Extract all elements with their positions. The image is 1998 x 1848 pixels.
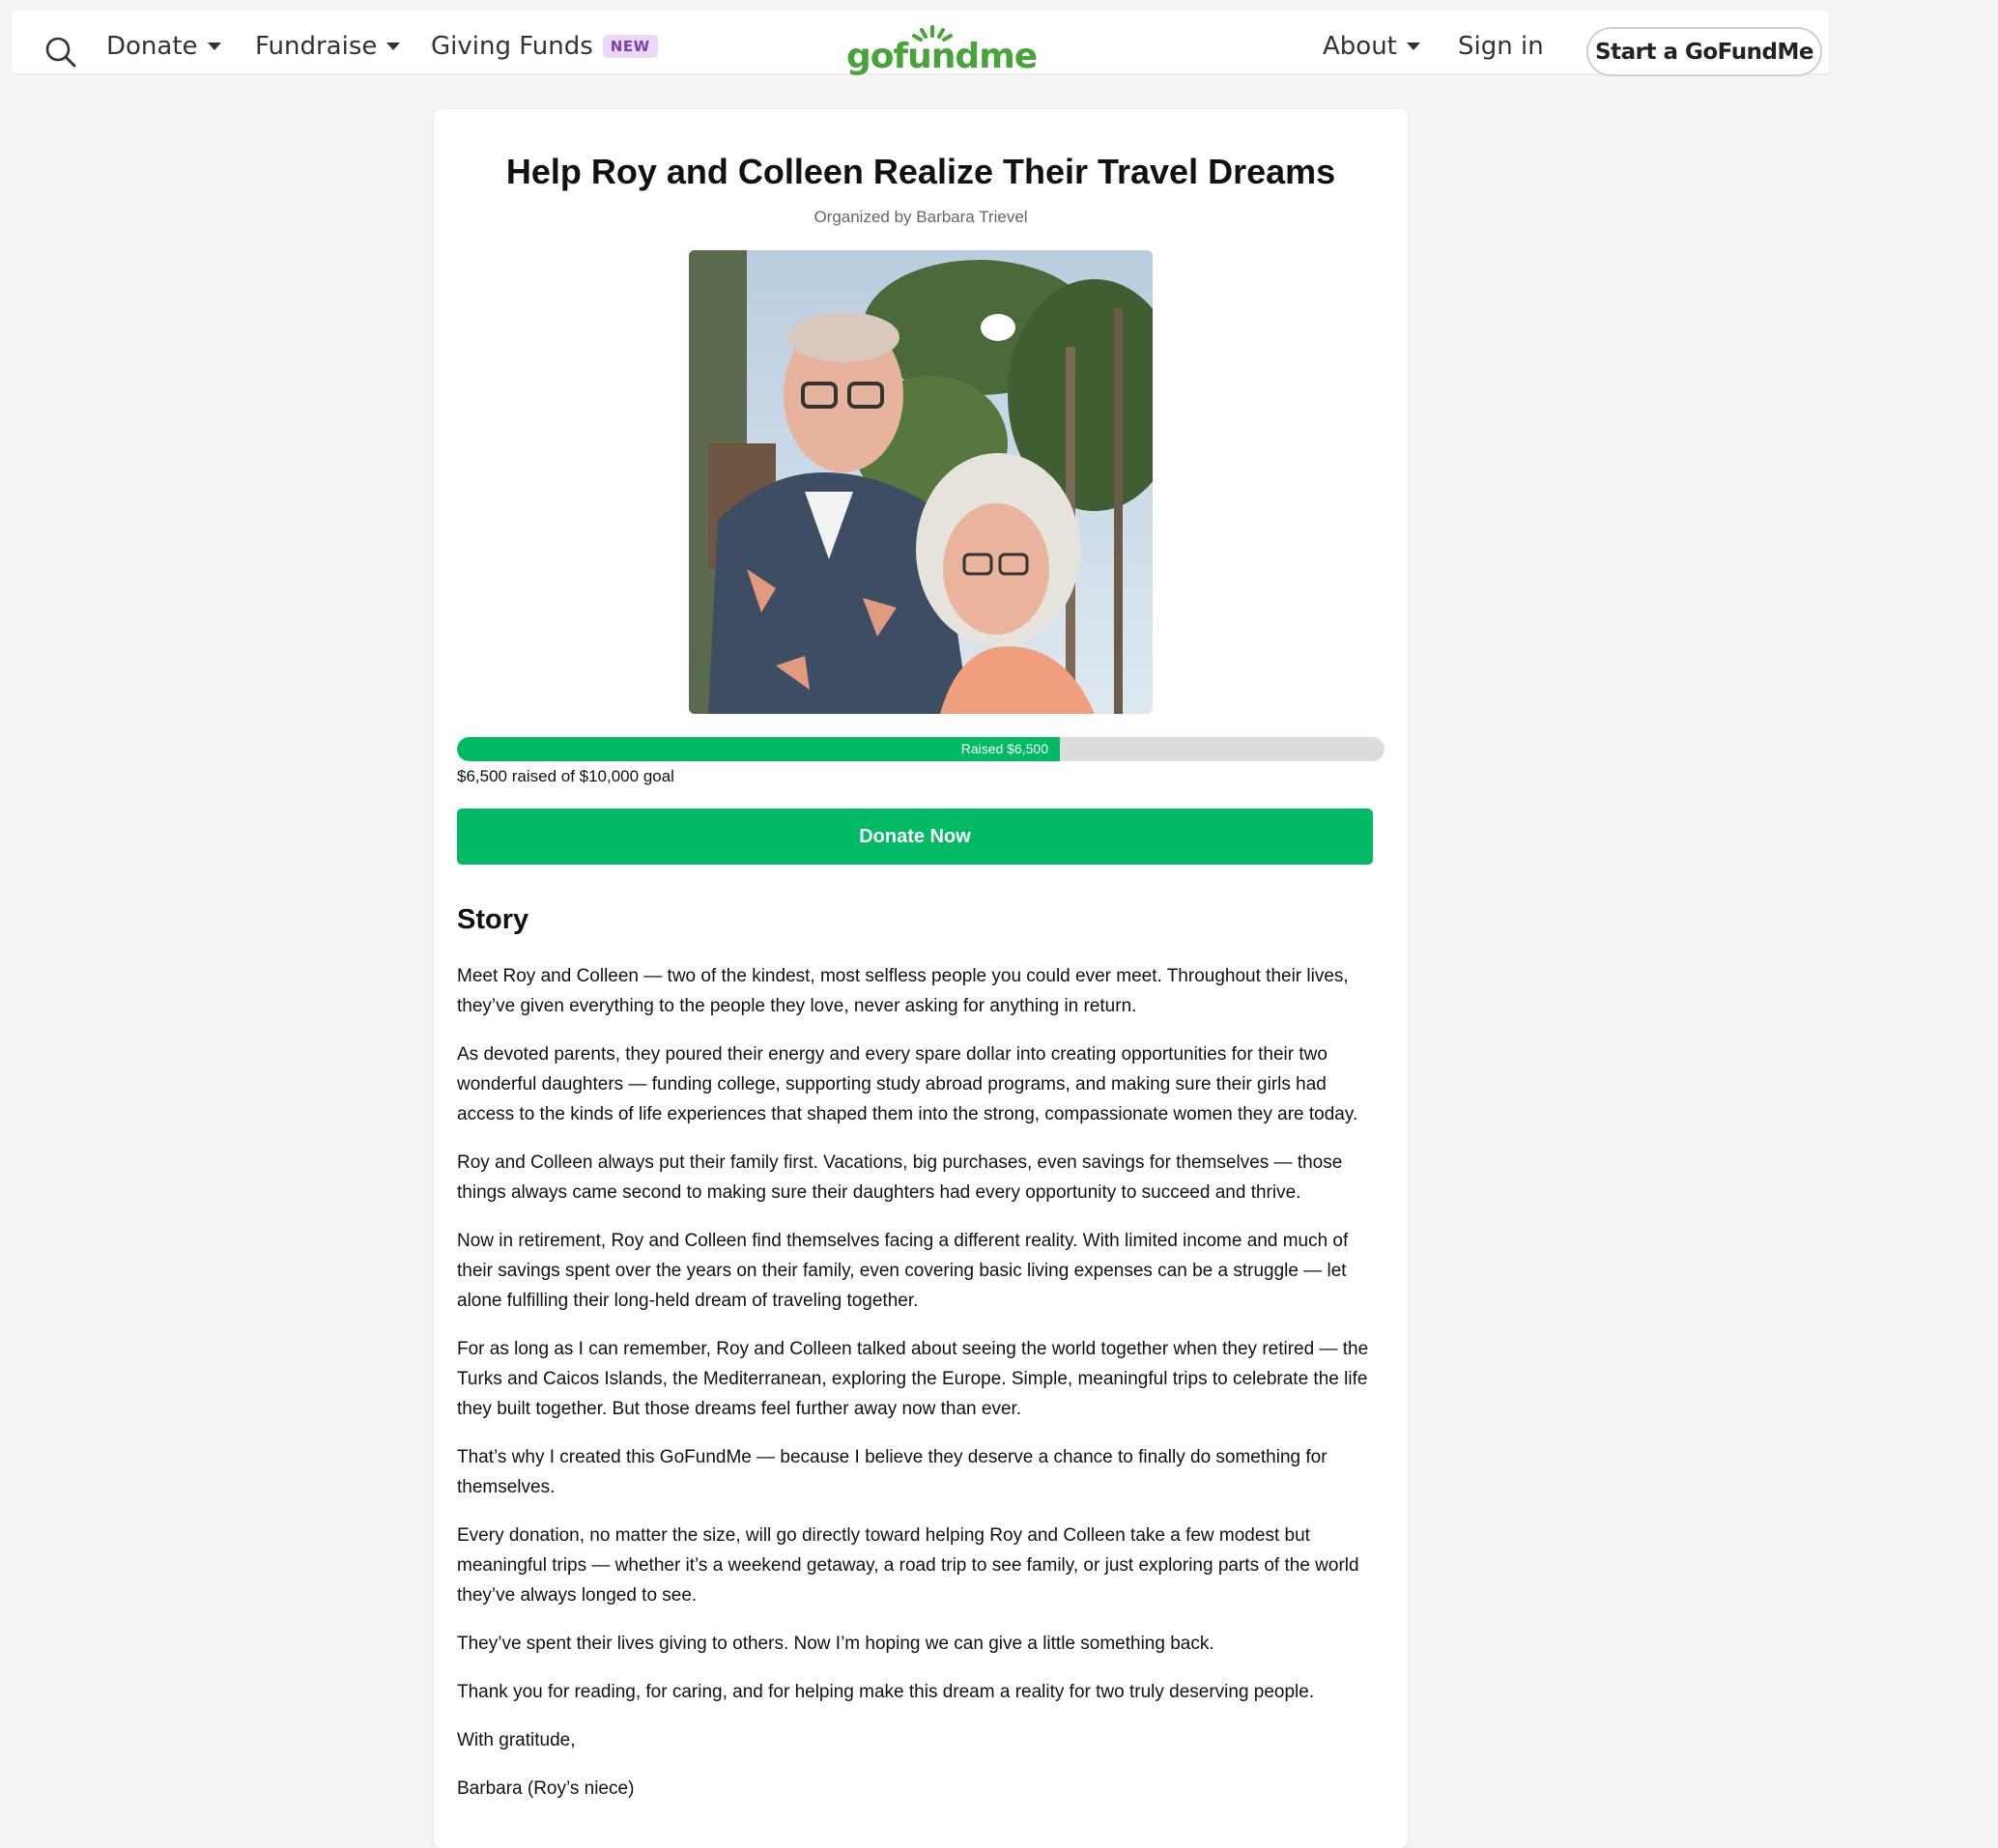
story-paragraph: Barbara (Roy’s niece)	[457, 1778, 635, 1799]
story-paragraph: They’ve spent their lives giving to othe…	[457, 1634, 1214, 1654]
nav-giving-funds[interactable]: Giving Funds NEW	[431, 32, 658, 61]
nav-donate-label: Donate	[106, 32, 198, 61]
nav-fundraise[interactable]: Fundraise	[255, 32, 401, 61]
new-badge: NEW	[602, 35, 658, 58]
nav-giving-funds-label: Giving Funds	[431, 32, 593, 61]
nav-donate[interactable]: Donate	[106, 32, 221, 61]
nav-about-label: About	[1323, 32, 1397, 61]
story-paragraph: Thank you for reading, for caring, and f…	[457, 1682, 1315, 1702]
campaign-photo	[689, 250, 1153, 714]
nav-about[interactable]: About	[1323, 32, 1420, 61]
story-paragraph: Meet Roy and Colleen — two of the kindes…	[457, 966, 1349, 1016]
donate-now-button[interactable]: Donate Now	[457, 809, 1373, 865]
caret-down-icon	[386, 43, 401, 50]
story-paragraph: Roy and Colleen always put their family …	[457, 1152, 1343, 1203]
campaign-card: Help Roy and Colleen Realize Their Trave…	[434, 109, 1408, 1848]
gofundme-logo[interactable]: gofundme	[846, 24, 1038, 80]
story-body: Meet Roy and Colleen — two of the kindes…	[457, 961, 1384, 1822]
story-paragraph: With gratitude,	[457, 1730, 576, 1750]
story-paragraph: For as long as I can remember, Roy and C…	[457, 1339, 1369, 1419]
search-icon[interactable]	[44, 36, 77, 69]
campaign-title: Help Roy and Colleen Realize Their Trave…	[505, 152, 1336, 191]
story-paragraph: Every donation, no matter the size, will…	[457, 1525, 1359, 1606]
nav-sign-in[interactable]: Sign in	[1458, 32, 1544, 61]
story-heading: Story	[457, 904, 529, 935]
progress-label: Raised $6,500	[960, 741, 1048, 756]
nav-sign-in-label: Sign in	[1458, 32, 1544, 61]
caret-down-icon	[1406, 43, 1420, 50]
logo-wordmark: gofundme	[846, 37, 1038, 76]
progress-fill: Raised $6,500	[457, 737, 1060, 761]
organizer-text: Organized by Barbara Trievel	[813, 208, 1028, 226]
nav-fundraise-label: Fundraise	[255, 32, 378, 61]
progress-bar: Raised $6,500	[457, 737, 1384, 761]
story-paragraph: As devoted parents, they poured their en…	[457, 1044, 1358, 1124]
raised-amount-text: $6,500 raised of $10,000 goal	[457, 767, 674, 785]
start-gofundme-button[interactable]: Start a GoFundMe	[1586, 27, 1822, 76]
top-navigation: Donate Fundraise Giving Funds NEW gofund…	[12, 11, 1829, 76]
story-paragraph: Now in retirement, Roy and Colleen find …	[457, 1231, 1349, 1311]
story-paragraph: That’s why I created this GoFundMe — bec…	[457, 1447, 1327, 1497]
caret-down-icon	[207, 43, 221, 50]
